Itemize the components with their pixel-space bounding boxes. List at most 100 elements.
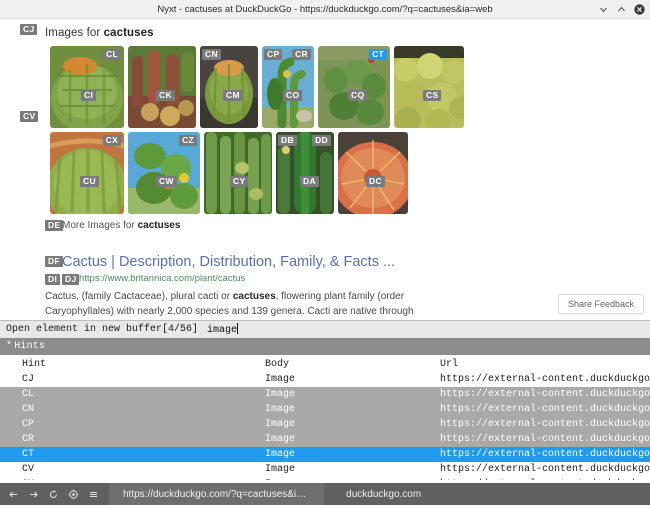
cell-hint: CP bbox=[0, 417, 265, 432]
maximize-icon[interactable] bbox=[616, 4, 627, 15]
reload-icon[interactable] bbox=[48, 489, 59, 500]
hint-badge-CY[interactable]: CY bbox=[230, 176, 249, 187]
close-icon[interactable] bbox=[634, 4, 645, 15]
cell-url: https://external-content.duckduckgo.com/ bbox=[440, 432, 650, 447]
hint-badge-DF[interactable]: DF bbox=[45, 256, 63, 267]
window-title: Nyxt - cactuses at DuckDuckGo - https://… bbox=[157, 3, 493, 15]
result-url[interactable]: https://www.britannica.com/plant/cactus bbox=[45, 272, 420, 286]
image-thumbnail[interactable]: CP CR CO bbox=[262, 46, 314, 128]
images-heading-query: cactuses bbox=[103, 27, 154, 39]
cell-hint: CX bbox=[0, 477, 265, 480]
hints-table-body: CJ Image https://external-content.duckdu… bbox=[0, 372, 650, 480]
image-thumbnail[interactable]: CN CM bbox=[200, 46, 258, 128]
image-thumbnail[interactable]: CK bbox=[128, 46, 196, 128]
cell-body: Image bbox=[265, 477, 440, 480]
hint-badge-CR[interactable]: CR bbox=[292, 49, 311, 60]
hint-badge-CU[interactable]: CU bbox=[80, 176, 99, 187]
table-row[interactable]: CJ Image https://external-content.duckdu… bbox=[0, 372, 650, 387]
hint-badge-DI[interactable]: DI bbox=[45, 274, 61, 285]
image-thumbnail[interactable]: DB DD DA bbox=[276, 132, 334, 214]
cell-hint: CN bbox=[0, 402, 265, 417]
back-arrow-icon[interactable] bbox=[8, 489, 19, 500]
prompt-label: Open element in new buffer[4/56] bbox=[6, 324, 199, 335]
result-title-link[interactable]: Cactus | Description, Distribution, Fami… bbox=[45, 253, 420, 271]
table-header-row: Hint Body Url bbox=[0, 355, 650, 372]
table-row[interactable]: CR Image https://external-content.duckdu… bbox=[0, 432, 650, 447]
asterisk-icon: * bbox=[6, 341, 13, 352]
table-row[interactable]: CN Image https://external-content.duckdu… bbox=[0, 402, 650, 417]
share-feedback-button[interactable]: Share Feedback bbox=[557, 294, 644, 314]
hint-badge-CM[interactable]: CM bbox=[223, 90, 243, 101]
hint-badge-CW[interactable]: CW bbox=[156, 176, 177, 187]
image-thumbnail[interactable]: DC bbox=[338, 132, 408, 214]
text-caret bbox=[237, 323, 239, 334]
images-heading: Images for cactuses bbox=[45, 27, 650, 39]
hint-badge-CO[interactable]: CO bbox=[283, 90, 303, 101]
more-images-label: More Images for cactuses bbox=[62, 220, 181, 231]
image-thumbnail[interactable]: CY bbox=[204, 132, 272, 214]
cell-hint: CL bbox=[0, 387, 265, 402]
browser-page-viewport[interactable]: Images for cactuses CJ CL CI CK CN CM CP… bbox=[0, 19, 650, 320]
column-header-hint[interactable]: Hint bbox=[0, 355, 265, 372]
status-bar: https://duckduckgo.com/?q=cactuses&i… du… bbox=[0, 483, 650, 505]
table-row[interactable]: CV Image https://external-content.duckdu… bbox=[0, 462, 650, 477]
hints-section-title: Hints bbox=[14, 341, 46, 352]
hint-badge-CX[interactable]: CX bbox=[102, 135, 121, 146]
table-row[interactable]: CX Image https://external-content.duckdu… bbox=[0, 477, 650, 480]
menu-icon[interactable] bbox=[88, 489, 99, 500]
cell-body: Image bbox=[265, 447, 440, 462]
minimize-icon[interactable] bbox=[598, 4, 609, 15]
table-row[interactable]: CP Image https://external-content.duckdu… bbox=[0, 417, 650, 432]
cell-url: https://external-content.duckduckgo.com/ bbox=[440, 417, 650, 432]
hint-badge-DC[interactable]: DC bbox=[366, 176, 385, 187]
hint-badge-CN[interactable]: CN bbox=[202, 49, 221, 60]
cell-hint: CJ bbox=[0, 372, 265, 387]
hint-badge-CV[interactable]: CV bbox=[20, 111, 39, 122]
image-thumbnail[interactable]: CZ CW bbox=[128, 132, 200, 214]
image-thumbnail[interactable]: CS bbox=[394, 46, 464, 128]
window-titlebar: Nyxt - cactuses at DuckDuckGo - https://… bbox=[0, 0, 650, 19]
cell-url: https://external-content.duckduckgo.com/ bbox=[440, 462, 650, 477]
hint-badge-DD[interactable]: DD bbox=[312, 135, 331, 146]
hints-table: Hint Body Url CJ Image https://external-… bbox=[0, 355, 650, 480]
hint-badge-CT[interactable]: CT bbox=[369, 49, 387, 60]
hint-badge-CL[interactable]: CL bbox=[103, 49, 121, 60]
hint-badge-DB[interactable]: DB bbox=[278, 135, 297, 146]
gear-icon[interactable] bbox=[68, 489, 79, 500]
image-thumbnail[interactable]: CL CI bbox=[50, 46, 124, 128]
image-thumbnail[interactable]: CX CU bbox=[50, 132, 124, 214]
column-header-body[interactable]: Body bbox=[265, 355, 440, 372]
cell-url: https://external-content.duckduckgo.com/ bbox=[440, 387, 650, 402]
more-images-link[interactable]: DE More Images for cactuses bbox=[45, 220, 650, 233]
thumbnail-image bbox=[128, 46, 196, 128]
forward-arrow-icon[interactable] bbox=[28, 489, 39, 500]
hint-badge-CJ[interactable]: CJ bbox=[20, 24, 38, 35]
cell-url: https://external-content.duckduckgo.com/ bbox=[440, 447, 650, 462]
hints-panel: * Hints Hint Body Url CJ Image https://ex… bbox=[0, 338, 650, 480]
table-row-selected[interactable]: CT Image https://external-content.duckdu… bbox=[0, 447, 650, 462]
hint-badge-DJ[interactable]: DJ bbox=[62, 274, 80, 285]
cell-body: Image bbox=[265, 462, 440, 477]
hint-badge-CP[interactable]: CP bbox=[264, 49, 283, 60]
hint-badge-CI[interactable]: CI bbox=[81, 90, 97, 101]
minibuffer-prompt[interactable]: Open element in new buffer[4/56] image bbox=[0, 320, 650, 338]
status-domain[interactable]: duckduckgo.com bbox=[324, 483, 440, 505]
prompt-input[interactable]: image bbox=[207, 323, 650, 336]
hint-badge-CK[interactable]: CK bbox=[156, 90, 175, 101]
hint-badge-CQ[interactable]: CQ bbox=[348, 90, 368, 101]
image-thumbnail[interactable]: CT CQ bbox=[318, 46, 390, 128]
hint-badge-DA[interactable]: DA bbox=[300, 176, 319, 187]
table-row[interactable]: CL Image https://external-content.duckdu… bbox=[0, 387, 650, 402]
cell-body: Image bbox=[265, 372, 440, 387]
hint-badge-CZ[interactable]: CZ bbox=[179, 135, 197, 146]
thumbnail-image bbox=[338, 132, 408, 214]
hint-badge-DE[interactable]: DE bbox=[45, 220, 64, 231]
column-header-url[interactable]: Url bbox=[440, 355, 650, 372]
status-url[interactable]: https://duckduckgo.com/?q=cactuses&i… bbox=[109, 483, 336, 505]
navigation-icons bbox=[0, 483, 109, 505]
hint-badge-CS[interactable]: CS bbox=[423, 90, 442, 101]
window-controls bbox=[598, 0, 645, 19]
hints-section-header[interactable]: * Hints bbox=[0, 338, 650, 355]
cell-url: https://external-content.duckduckgo.com/ bbox=[440, 477, 650, 480]
cell-body: Image bbox=[265, 432, 440, 447]
